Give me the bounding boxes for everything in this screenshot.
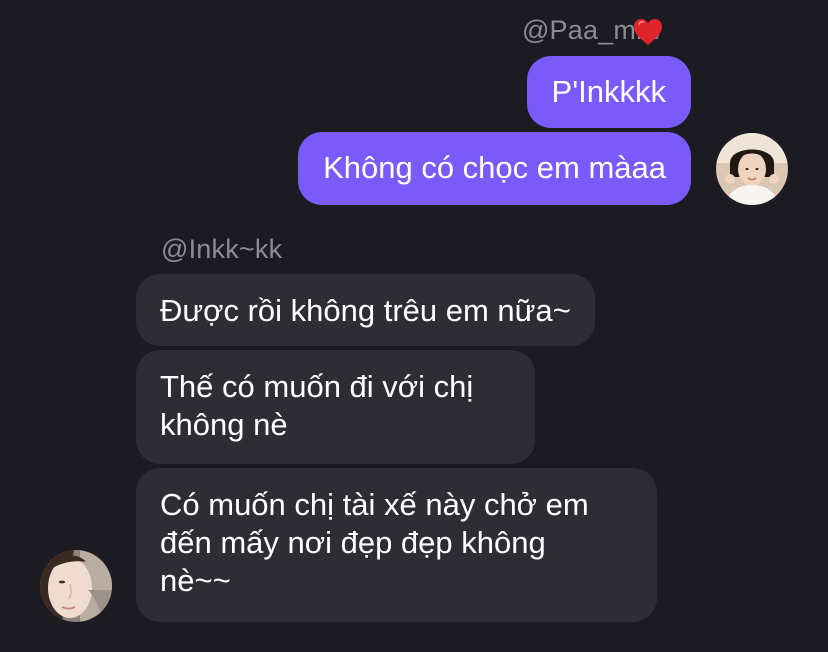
incoming-sender-avatar[interactable] — [40, 550, 112, 622]
incoming-message-bubble[interactable]: Thế có muốn đi với chị không nè — [136, 350, 535, 464]
message-text: P'Inkkkk — [551, 74, 666, 109]
incoming-message-bubble[interactable]: Được rồi không trêu em nữa~ — [136, 274, 595, 346]
message-text-line: Thế có muốn đi với chị — [160, 369, 474, 404]
outgoing-message-bubble[interactable]: Không có chọc em màaa — [298, 132, 691, 205]
message-text: Không có chọc em màaa — [323, 150, 666, 185]
message-text-line: Có muốn chị tài xế này chở em — [160, 487, 589, 522]
heart-icon — [632, 16, 664, 48]
incoming-sender-name: @Inkk~kk — [161, 234, 283, 264]
outgoing-message-bubble[interactable]: P'Inkkkk — [526, 56, 691, 128]
message-text-line: không nè — [160, 407, 288, 442]
message-text: Được rồi không trêu em nữa~ — [160, 293, 571, 328]
incoming-message-bubble[interactable]: Có muốn chị tài xế này chở em đến mấy nơ… — [136, 468, 657, 622]
outgoing-sender-avatar[interactable] — [716, 133, 788, 205]
message-text-line: nè~~ — [160, 563, 231, 598]
message-text-line: đến mấy nơi đẹp đẹp không — [160, 525, 546, 560]
